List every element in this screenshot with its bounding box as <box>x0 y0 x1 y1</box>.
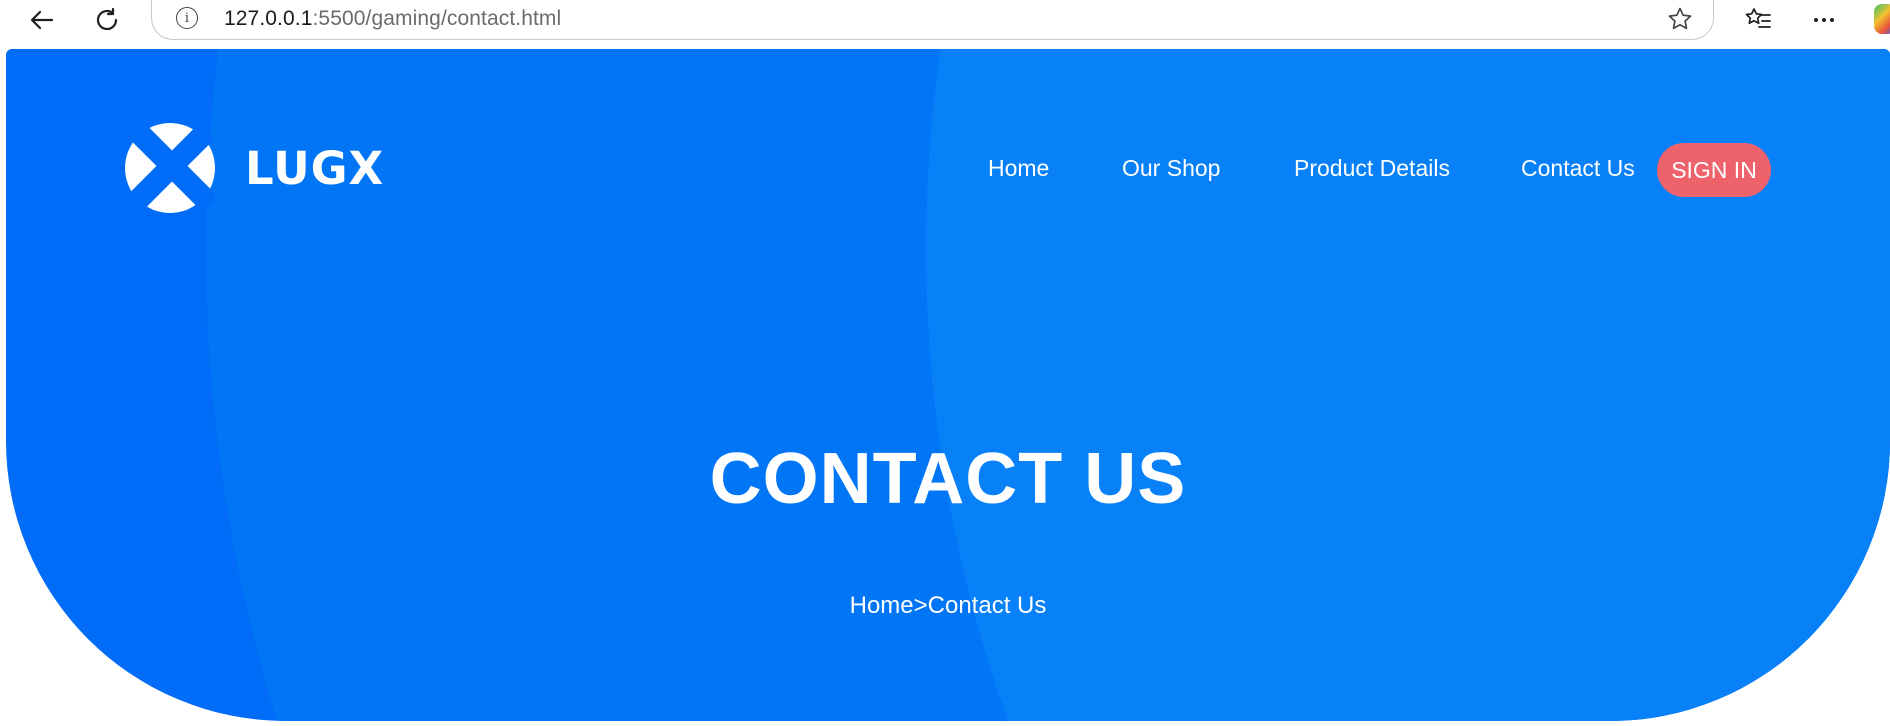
sign-in-button[interactable]: SIGN IN <box>1657 143 1771 197</box>
page-title: CONTACT US <box>709 439 1187 519</box>
nav-product-details[interactable]: Product Details <box>1294 155 1450 182</box>
site-info-icon[interactable]: i <box>176 7 198 29</box>
nav-our-shop[interactable]: Our Shop <box>1122 155 1220 182</box>
url-path: :5500/gaming/contact.html <box>312 7 562 30</box>
favorites-list-icon[interactable] <box>1740 2 1776 38</box>
url-text[interactable]: 127.0.0.1:5500/gaming/contact.html <box>224 7 561 31</box>
copilot-icon[interactable] <box>1874 4 1890 34</box>
browser-toolbar: i 127.0.0.1:5500/gaming/contact.html <box>0 0 1890 48</box>
breadcrumb-separator: > <box>913 592 928 619</box>
hero-banner: LUGX Home Our Shop Product Details Conta… <box>6 49 1890 721</box>
reload-icon[interactable] <box>89 2 125 38</box>
favorite-star-icon[interactable] <box>1665 4 1695 34</box>
nav-contact-us[interactable]: Contact Us <box>1521 155 1635 182</box>
main-nav: Home Our Shop Product Details Contact Us… <box>6 143 1890 197</box>
breadcrumb-home-link[interactable]: Home <box>850 592 914 619</box>
nav-home[interactable]: Home <box>988 155 1049 182</box>
url-host: 127.0.0.1 <box>224 7 313 30</box>
breadcrumb: Home>Contact Us <box>6 592 1890 620</box>
back-arrow-icon[interactable] <box>24 2 60 38</box>
address-bar[interactable]: i 127.0.0.1:5500/gaming/contact.html <box>151 0 1714 40</box>
more-options-icon[interactable] <box>1806 2 1842 38</box>
breadcrumb-current: Contact Us <box>927 592 1047 619</box>
